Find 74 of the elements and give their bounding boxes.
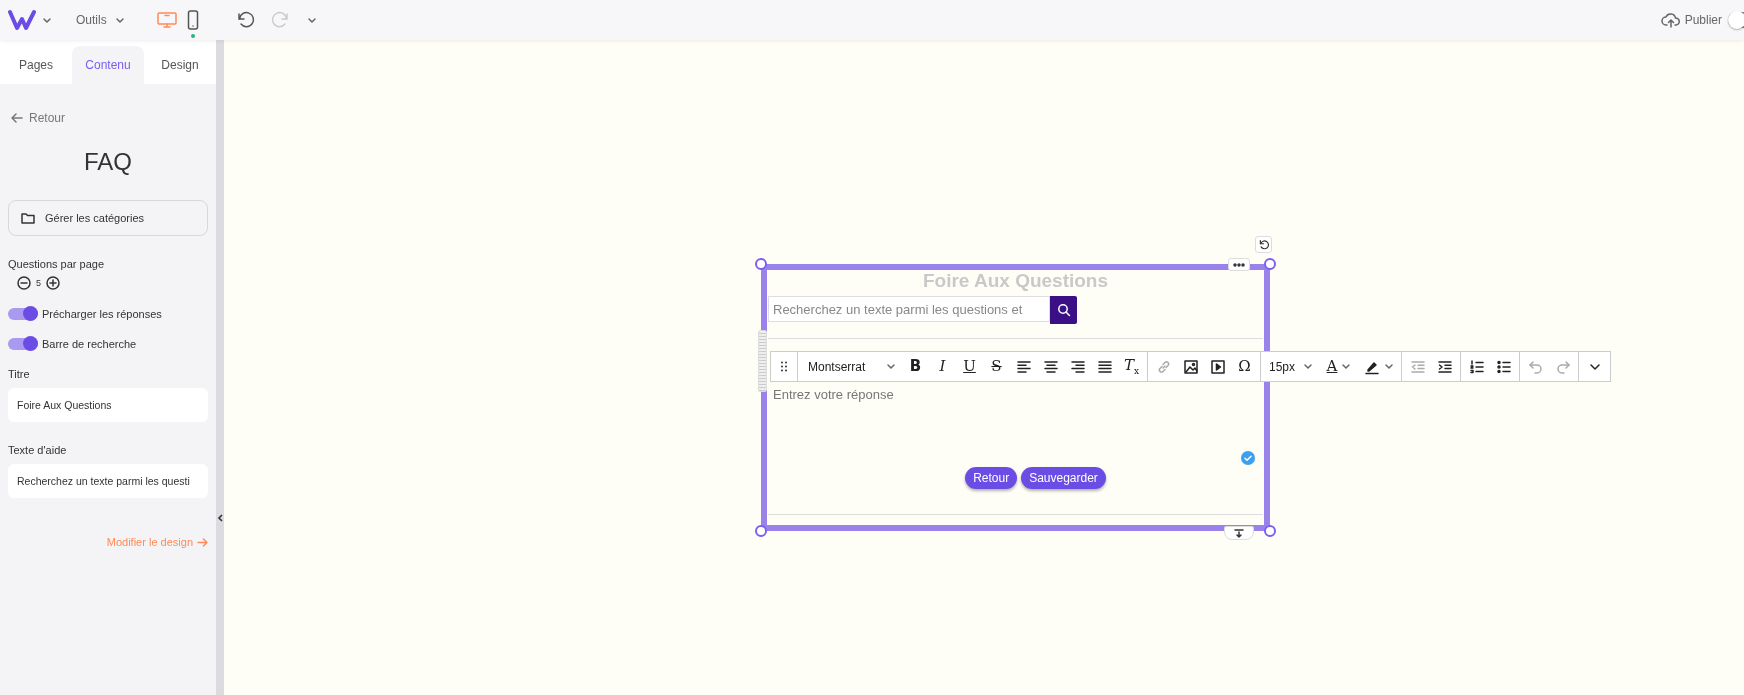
status-dot — [190, 34, 195, 38]
field-label: Texte d'aide — [8, 444, 68, 456]
resize-handle[interactable] — [1264, 258, 1276, 270]
caret-icon[interactable] — [42, 15, 52, 25]
plus-circle-icon[interactable] — [46, 276, 60, 290]
rotate-icon — [1258, 239, 1269, 250]
insert-icon — [1234, 528, 1244, 538]
caret-icon — [1303, 362, 1314, 371]
toggle-switch[interactable] — [8, 308, 38, 320]
align-right-icon — [1069, 358, 1086, 375]
caret-icon — [114, 15, 125, 25]
caret-icon — [1384, 362, 1395, 371]
drag-grip[interactable] — [758, 330, 767, 392]
image-icon — [1182, 358, 1199, 375]
align-justify-icon — [1096, 358, 1113, 375]
resize-handle[interactable] — [755, 525, 767, 537]
desktop-icon — [156, 12, 177, 28]
caret-icon — [886, 362, 896, 371]
phone-icon — [186, 10, 199, 30]
cloud-upload-icon — [1660, 12, 1681, 28]
arrow-right-icon — [197, 537, 208, 547]
search-field[interactable]: Recherchez un texte parmi les questions et — [768, 296, 1050, 322]
format-button[interactable]: T$_{x}$ — [1118, 352, 1145, 381]
outdent-icon — [1409, 358, 1426, 375]
form-button[interactable]: Retour — [965, 467, 1018, 489]
minus-circle-icon[interactable] — [17, 276, 31, 290]
toggle-label: Barre de recherche — [42, 338, 137, 350]
toggle-label: Précharger les réponses — [42, 308, 162, 320]
logo-icon[interactable] — [8, 9, 36, 31]
format-button[interactable]: S — [983, 352, 1010, 381]
redo-icon — [1554, 358, 1571, 375]
resize-handle[interactable] — [1264, 525, 1276, 537]
answer-field[interactable]: Entrez votre réponse — [768, 387, 1263, 467]
folder-icon — [21, 212, 35, 224]
reset-button[interactable] — [1255, 236, 1272, 253]
bullet-list-icon — [1495, 358, 1512, 375]
publish-button[interactable]: Publier — [1660, 12, 1722, 28]
undo-icon — [1527, 358, 1544, 375]
more-icon — [1233, 262, 1245, 267]
dropdown[interactable]: Montserrat — [802, 352, 902, 381]
sidebar-tab[interactable]: Design — [144, 46, 216, 84]
numbered-list-icon — [1468, 358, 1485, 375]
format-button[interactable]: I — [929, 352, 956, 381]
toggle-switch[interactable] — [8, 338, 38, 350]
align-left-icon — [1015, 358, 1032, 375]
panel-heading: FAQ — [84, 148, 132, 177]
video-icon — [1209, 358, 1226, 375]
stepper-value: 5 — [36, 278, 41, 288]
more-button[interactable] — [1228, 258, 1250, 271]
sidebar-tab[interactable]: Pages — [0, 46, 72, 84]
check-circle-icon[interactable] — [1241, 451, 1255, 465]
text-field[interactable]: Recherchez un texte parmi les questi — [8, 464, 208, 498]
search-button[interactable] — [1050, 296, 1077, 324]
resize-handle[interactable] — [755, 258, 767, 270]
chevron-left-icon[interactable] — [217, 514, 223, 522]
form-button[interactable]: Sauvegarder — [1021, 467, 1106, 489]
manage-categories-button[interactable]: Gérer les catégories — [8, 200, 208, 236]
search-icon — [1056, 303, 1071, 317]
sidebar-tab[interactable]: Contenu — [72, 46, 144, 84]
format-button[interactable]: U — [956, 352, 983, 381]
format-button[interactable]: B — [902, 352, 929, 381]
format-button[interactable]: A — [1319, 352, 1360, 381]
indent-icon — [1436, 358, 1453, 375]
caret-icon[interactable] — [306, 15, 317, 25]
format-button[interactable]: Ω — [1231, 352, 1258, 381]
text-field[interactable]: Foire Aux Questions — [8, 388, 208, 422]
insert-below-button[interactable] — [1224, 526, 1254, 540]
align-center-icon — [1042, 358, 1059, 375]
arrow-left-icon — [11, 113, 23, 123]
back-link[interactable]: Retour — [11, 110, 208, 126]
caret-icon — [1341, 362, 1352, 371]
field-label: Titre — [8, 368, 31, 380]
tools-menu[interactable]: Outils — [76, 13, 125, 27]
field-label: Questions par page — [8, 258, 105, 270]
